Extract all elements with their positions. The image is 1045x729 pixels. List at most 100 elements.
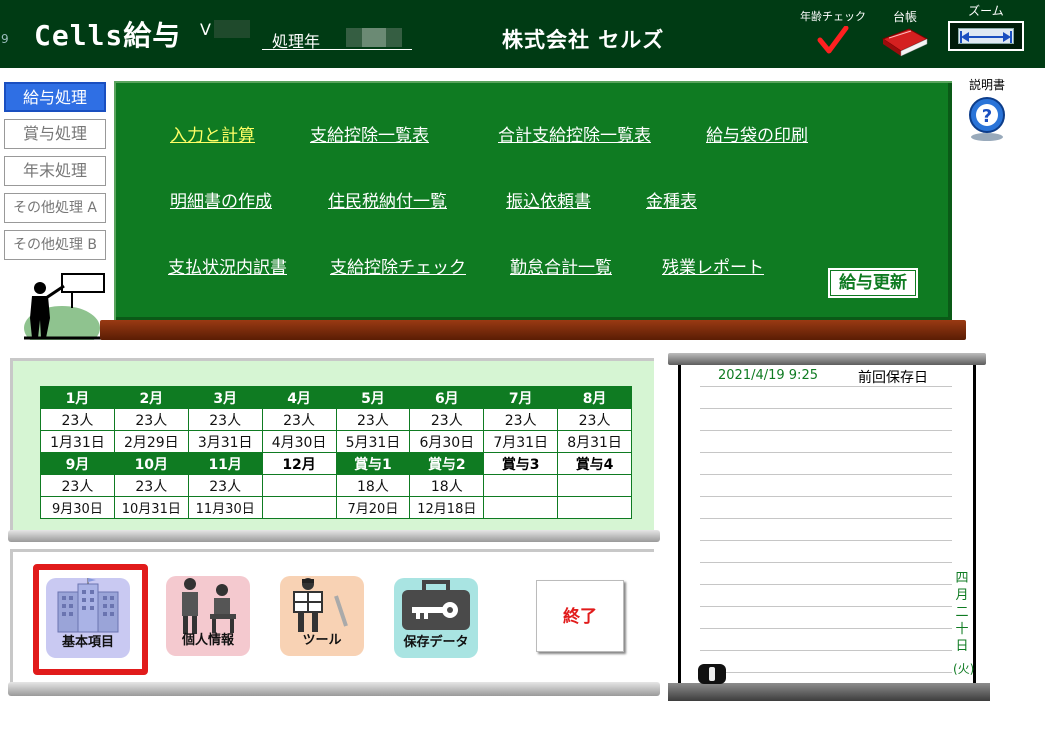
date-cell: 8月31日 [557,430,632,453]
menu-payment-deduction-list[interactable]: 支給控除一覧表 [310,121,429,146]
date-cell: 1月31日 [40,430,115,453]
ledger-label: 台帳 [892,10,917,24]
date-cell: 6月30日 [409,430,485,453]
month-cell-2[interactable]: 2月 [113,386,189,409]
save-data-button[interactable]: 保存データ [394,578,478,658]
date-cell: 2月29日 [113,430,189,453]
note-panel [678,365,976,685]
last-saved-label: 前回保存日 [858,370,928,386]
month-cell-12[interactable]: 12月 [261,452,337,475]
personal-info-button[interactable]: 個人情報 [166,576,250,656]
count-cell: 23人 [40,408,115,431]
bonus-cell-4[interactable]: 賞与4 [557,452,632,475]
salary-update-button[interactable]: 給与更新 [828,268,918,298]
month-calendar-table: 1月 2月 3月 4月 5月 6月 7月 8月 23人 23人 23人 23人 … [40,386,632,519]
month-cell-8[interactable]: 8月 [557,386,632,409]
basic-items-label: 基本項目 [61,635,114,650]
date-cell: 5月31日 [335,430,411,453]
menu-resident-tax-list[interactable]: 住民税納付一覧 [328,187,447,212]
version-value-masked [214,20,250,38]
menu-input-calc[interactable]: 入力と計算 [170,121,255,146]
menu-denomination-table[interactable]: 金種表 [646,187,697,212]
menu-attendance-total-list[interactable]: 勤怠合計一覧 [510,253,612,278]
processing-year-label: 処理年 [272,32,321,51]
side-menu: 給与処理 賞与処理 年末処理 その他処理 A その他処理 B [4,82,106,267]
zoom-button[interactable]: ズーム [948,2,1024,51]
version-label: V [200,20,211,39]
note-line [700,650,952,651]
company-name: 株式会社 セルズ [502,28,665,52]
weekday-label: (火) [953,662,975,676]
side-menu-salary[interactable]: 給与処理 [4,82,106,112]
note-line [700,584,952,585]
note-line [700,518,952,519]
note-top-bar [668,353,986,365]
month-cell-5[interactable]: 5月 [335,386,411,409]
vertical-date: 四 月 二 十 日 (火) [953,571,975,676]
month-cell-6[interactable]: 6月 [409,386,485,409]
zoom-label: ズーム [968,4,1004,18]
side-menu-other-b[interactable]: その他処理 B [4,230,106,260]
help-question-icon: ? [969,97,1005,141]
note-line [700,474,952,475]
bonus-cell-3[interactable]: 賞与3 [483,452,559,475]
exit-button[interactable]: 終了 [536,580,624,652]
tools-button[interactable]: ツール [280,576,364,656]
menu-pay-envelope-print[interactable]: 給与袋の印刷 [706,121,808,146]
note-line [700,408,952,409]
note-line [700,452,952,453]
ledger-button[interactable]: 台帳 [878,8,932,63]
month-cell-4[interactable]: 4月 [261,386,337,409]
side-menu-year-end[interactable]: 年末処理 [4,156,106,186]
side-menu-other-a[interactable]: その他処理 A [4,193,106,223]
note-line [700,672,952,673]
count-cell: 23人 [557,408,632,431]
ledger-book-icon [881,28,929,57]
manual-label: 説明書 [968,78,1005,92]
age-check-button[interactable]: 年齢チェック [800,8,866,58]
date-cell: 11月30日 [187,496,263,519]
month-cell-11[interactable]: 11月 [187,452,263,475]
bonus-cell-1[interactable]: 賞与1 [335,452,411,475]
basic-items-button[interactable]: 基本項目 [46,578,130,658]
menu-total-payment-deduction-list[interactable]: 合計支給控除一覧表 [498,121,651,146]
note-line [700,540,952,541]
menu-overtime-report[interactable]: 残業レポート [662,253,764,278]
month-cell-10[interactable]: 10月 [113,452,189,475]
count-cell: 23人 [409,408,485,431]
menu-transfer-request[interactable]: 振込依頼書 [506,187,591,212]
date-cell: 4月30日 [261,430,337,453]
count-cell: 23人 [483,408,559,431]
calendar-tray [8,530,660,542]
date-cell: 10月31日 [113,496,189,519]
processing-year-value-masked [346,28,402,47]
date-cell: 7月20日 [335,496,411,519]
manual-button[interactable]: 説明書 ? [964,76,1010,147]
teacher-illustration [24,273,105,340]
count-cell: 23人 [113,408,189,431]
count-cell [483,474,559,497]
people-icon [182,578,236,634]
menu-payment-status-breakdown[interactable]: 支払状況内訳書 [168,253,287,278]
personal-info-label: 個人情報 [181,633,234,648]
note-line [700,628,952,629]
age-check-label: 年齢チェック [800,10,866,23]
note-scroll-handle[interactable] [698,664,726,684]
month-cell-3[interactable]: 3月 [187,386,263,409]
bonus-cell-2[interactable]: 賞与2 [409,452,485,475]
note-line [700,430,952,431]
count-cell [261,474,337,497]
date-cell: 7月31日 [483,430,559,453]
app-title: Cells給与 [34,19,182,52]
key-case-icon [402,580,470,630]
month-cell-1[interactable]: 1月 [40,386,115,409]
side-menu-bonus[interactable]: 賞与処理 [4,119,106,149]
menu-payment-deduction-check[interactable]: 支給控除チェック [330,253,466,278]
count-cell [557,474,632,497]
count-cell: 23人 [187,408,263,431]
month-cell-9[interactable]: 9月 [40,452,115,475]
month-cell-7[interactable]: 7月 [483,386,559,409]
date-cell [557,496,632,519]
last-saved-datetime: 2021/4/19 9:25 [718,368,818,383]
menu-create-statement[interactable]: 明細書の作成 [170,187,272,212]
